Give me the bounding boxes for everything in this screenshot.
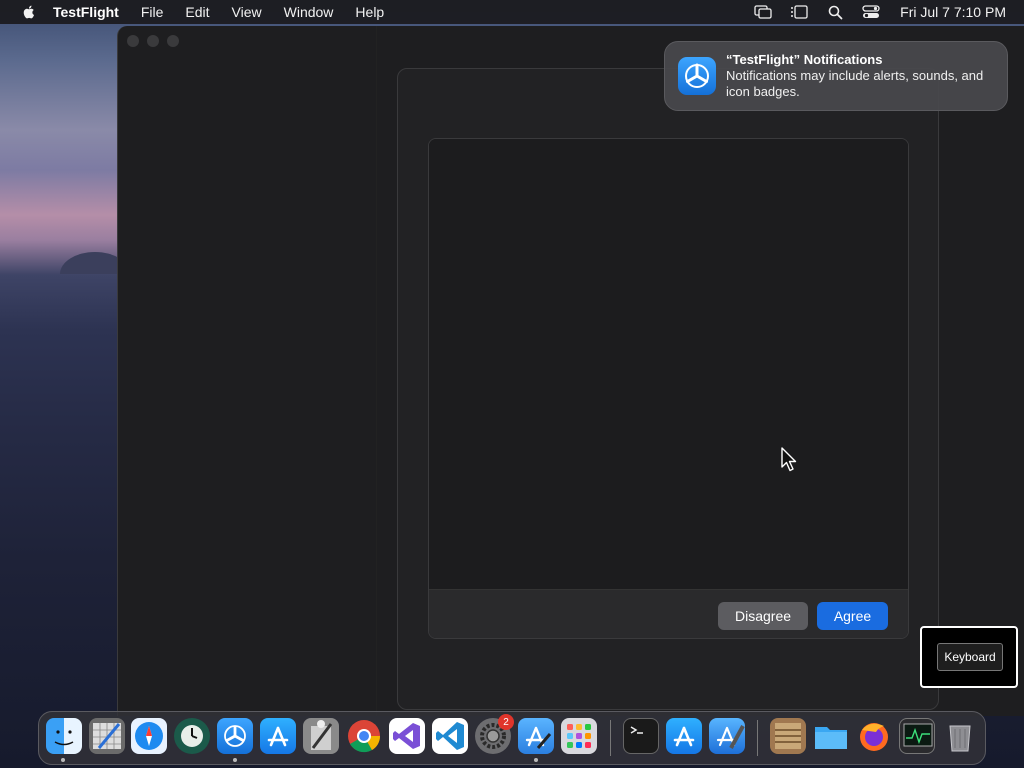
xcode-icon[interactable] <box>709 718 745 754</box>
window-close-button[interactable] <box>127 35 139 47</box>
spotlight-search-icon[interactable] <box>826 4 844 20</box>
menu-bar: TestFlight File Edit View Window Help Fr… <box>0 0 1024 24</box>
keyboard-button[interactable]: Keyboard <box>937 643 1003 671</box>
menu-view[interactable]: View <box>232 4 262 20</box>
visual-studio-icon[interactable] <box>389 718 425 754</box>
app-name-menu[interactable]: TestFlight <box>53 4 119 20</box>
terminal-icon[interactable] <box>623 718 659 754</box>
firefox-icon[interactable] <box>856 718 892 754</box>
sidebar-divider <box>376 26 377 716</box>
finder-running-indicator <box>61 758 65 762</box>
agree-button[interactable]: Agree <box>817 602 888 630</box>
disagree-button[interactable]: Disagree <box>718 602 808 630</box>
sketchbook-icon[interactable] <box>89 718 125 754</box>
archive-icon[interactable] <box>770 718 806 754</box>
testflight-icon <box>678 57 716 95</box>
xcode-simulator-running-indicator <box>534 758 538 762</box>
menu-file[interactable]: File <box>141 4 164 20</box>
screen-mirroring-icon[interactable] <box>754 4 772 20</box>
notification-text: “TestFlight” Notifications Notifications… <box>726 52 996 100</box>
dock-separator-2 <box>757 720 758 756</box>
system-settings-badge: 2 <box>498 714 514 730</box>
finder-icon[interactable] <box>46 718 82 754</box>
agreement-sheet: Disagree Agree <box>428 138 909 639</box>
menu-extras: Fri Jul 7 7:10 PM <box>754 0 1006 24</box>
vscode-icon[interactable] <box>432 718 468 754</box>
safari-icon[interactable] <box>131 718 167 754</box>
apple-icon[interactable] <box>19 4 39 20</box>
app-store-icon[interactable] <box>260 718 296 754</box>
activity-monitor-icon[interactable] <box>899 718 935 754</box>
stage-manager-icon[interactable] <box>790 4 808 20</box>
menubar-clock[interactable]: Fri Jul 7 7:10 PM <box>900 4 1006 20</box>
window-minimize-button[interactable] <box>147 35 159 47</box>
notification-title: “TestFlight” Notifications <box>726 52 883 67</box>
notification-body: Notifications may include alerts, sounds… <box>726 68 984 99</box>
script-editor-icon[interactable] <box>303 718 339 754</box>
menu-help[interactable]: Help <box>355 4 384 20</box>
control-center-icon[interactable] <box>862 4 880 20</box>
app-store-2-icon[interactable] <box>666 718 702 754</box>
dock-separator <box>610 720 611 756</box>
chrome-icon[interactable] <box>346 718 382 754</box>
launchpad-icon[interactable] <box>561 718 597 754</box>
sheet-footer: Disagree Agree <box>429 589 908 638</box>
notification-banner[interactable]: “TestFlight” Notifications Notifications… <box>664 41 1008 111</box>
testflight-dock-icon[interactable] <box>217 718 253 754</box>
menu-window[interactable]: Window <box>284 4 334 20</box>
time-machine-icon[interactable] <box>174 718 210 754</box>
menu-edit[interactable]: Edit <box>185 4 209 20</box>
window-zoom-button[interactable] <box>167 35 179 47</box>
agreement-content <box>429 139 908 589</box>
xcode-simulator-icon[interactable] <box>518 718 554 754</box>
dock: 2 <box>38 711 986 765</box>
mouse-cursor-icon <box>781 447 797 472</box>
testflight-running-indicator <box>233 758 237 762</box>
keyboard-overlay: Keyboard <box>920 626 1018 688</box>
trash-icon[interactable] <box>942 718 978 754</box>
folder-icon[interactable] <box>813 718 849 754</box>
